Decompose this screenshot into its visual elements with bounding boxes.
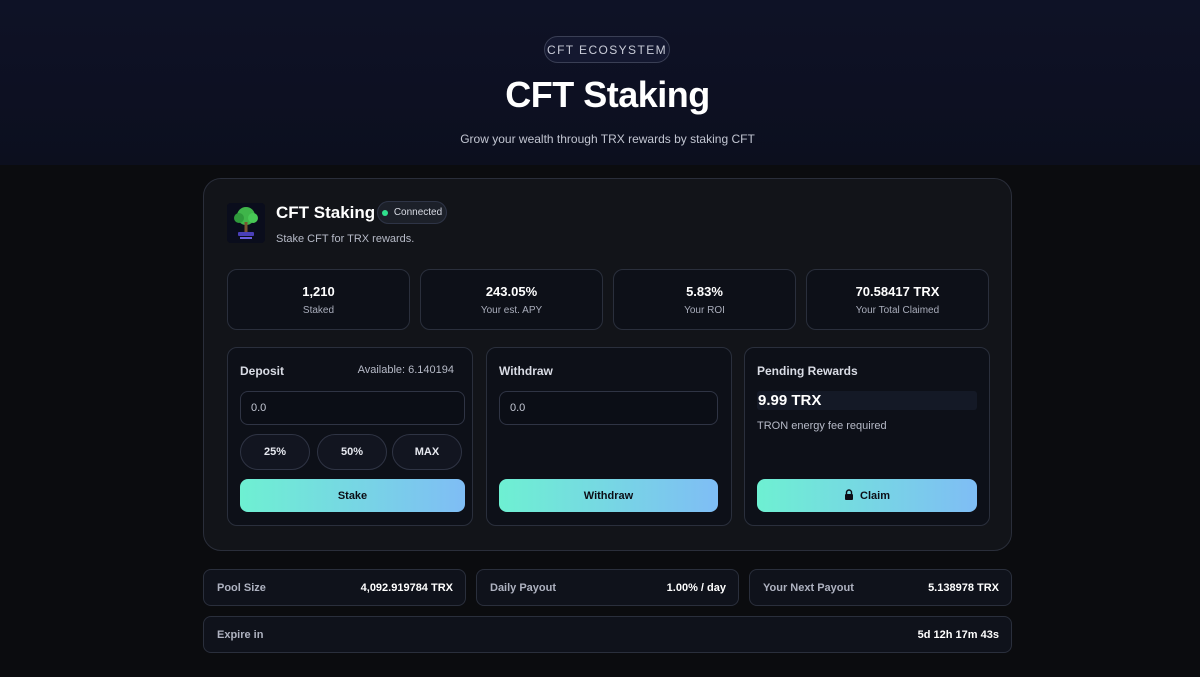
card-title: CFT Staking <box>276 203 376 222</box>
ecosystem-badge: CFT ECOSYSTEM <box>544 36 670 63</box>
next-payout-info: Your Next Payout 5.138978 TRX <box>749 569 1012 606</box>
claim-button-label: Claim <box>860 489 890 502</box>
stat-total-claimed: 70.58417 TRX Your Total Claimed <box>806 269 989 330</box>
daily-payout-info: Daily Payout 1.00% / day <box>476 569 739 606</box>
expire-info: Expire in 5d 12h 17m 43s <box>203 616 1012 653</box>
info-value: 4,092.919784 TRX <box>360 582 453 594</box>
connection-status-badge: Connected <box>377 201 447 224</box>
preset-50-button[interactable]: 50% <box>317 434 387 470</box>
stat-label: Your ROI <box>684 305 725 316</box>
stat-label: Your est. APY <box>480 305 543 316</box>
info-label: Daily Payout <box>490 582 557 594</box>
lock-icon <box>844 488 854 503</box>
stake-button-label: Stake <box>337 489 368 502</box>
info-label: Pool Size <box>217 582 266 594</box>
stat-apy: 243.05% Your est. APY <box>420 269 603 330</box>
stat-label: Staked <box>302 305 335 316</box>
withdraw-button-label: Withdraw <box>583 489 634 502</box>
page-subtitle: Grow your wealth through TRX rewards by … <box>460 132 755 146</box>
deposit-panel: Deposit Available: 6.140194 0.0 25% 50% … <box>227 347 473 526</box>
stat-label: Your Total Claimed <box>855 305 940 316</box>
countdown-value: 5d 12h 17m 43s <box>917 629 999 641</box>
rewards-title: Pending Rewards <box>757 364 858 378</box>
withdraw-button[interactable]: Withdraw <box>499 479 718 512</box>
info-label: Your Next Payout <box>763 582 854 594</box>
available-balance: Available: 6.140194 <box>357 364 454 376</box>
stat-value: 243.05% <box>485 284 538 299</box>
claim-button[interactable]: Claim <box>757 479 977 512</box>
withdraw-title: Withdraw <box>499 364 553 378</box>
withdraw-amount-input[interactable]: 0.0 <box>499 391 718 425</box>
status-dot-icon <box>381 209 388 216</box>
card-subtitle: Stake CFT for TRX rewards. <box>276 233 415 245</box>
preset-max-button[interactable]: MAX <box>392 434 462 470</box>
stat-value: 5.83% <box>686 284 723 299</box>
deposit-title: Deposit <box>240 364 285 378</box>
pool-size-info: Pool Size 4,092.919784 TRX <box>203 569 466 606</box>
info-value: 1.00% / day <box>666 582 726 594</box>
page-title: CFT Staking <box>505 74 710 115</box>
stat-staked: 1,210 Staked <box>227 269 410 330</box>
rewards-panel: Pending Rewards 9.99 TRX TRON energy fee… <box>744 347 990 526</box>
withdraw-panel: Withdraw 0.0 Withdraw <box>486 347 732 526</box>
staking-card: CFT Staking Connected Stake CFT for TRX … <box>203 178 1012 551</box>
stat-roi: 5.83% Your ROI <box>613 269 796 330</box>
connection-status-label: Connected <box>393 207 443 218</box>
pending-rewards-value: 9.99 TRX <box>757 391 977 410</box>
stat-value: 70.58417 TRX <box>855 284 940 299</box>
stat-value: 1,210 <box>302 284 335 299</box>
energy-fee-note: TRON energy fee required <box>757 420 887 432</box>
preset-25-button[interactable]: 25% <box>240 434 310 470</box>
deposit-amount-input[interactable]: 0.0 <box>240 391 465 425</box>
info-label: Expire in <box>217 629 264 641</box>
hero-section: CFT ECOSYSTEM CFT Staking Grow your weal… <box>0 0 1200 165</box>
info-value: 5.138978 TRX <box>928 582 999 594</box>
tree-logo-icon <box>227 203 265 243</box>
stake-button[interactable]: Stake <box>240 479 465 512</box>
